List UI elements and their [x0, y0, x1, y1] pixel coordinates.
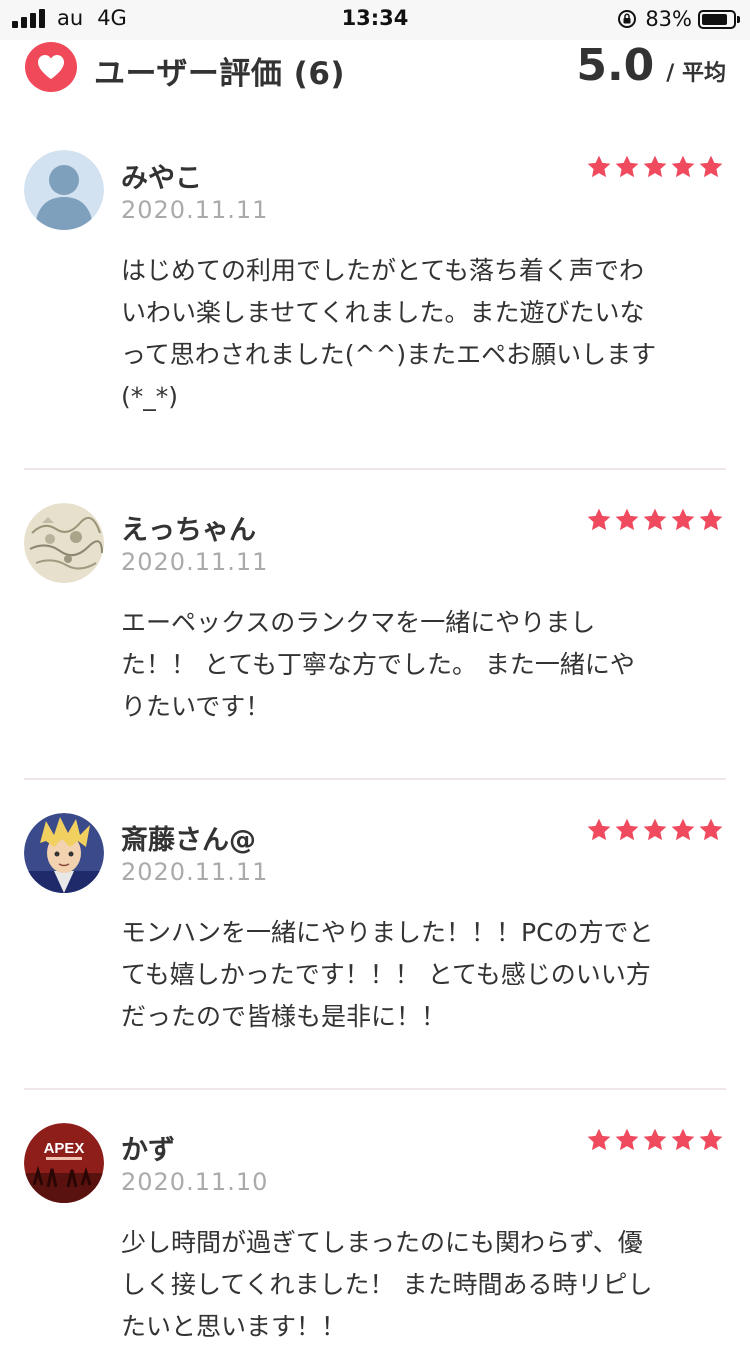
avatar[interactable] — [24, 150, 104, 230]
star-icon — [699, 508, 723, 531]
star-icon — [671, 155, 695, 178]
default-user-icon — [24, 150, 104, 230]
review-date: 2020.11.11 — [121, 858, 269, 886]
star-icon — [643, 155, 667, 178]
star-icon — [699, 155, 723, 178]
star-rating — [586, 817, 724, 843]
star-icon — [615, 818, 639, 841]
average-label: / 平均 — [666, 61, 726, 86]
battery-icon — [698, 9, 740, 29]
status-bar: au 4G 13:34 83% — [0, 0, 750, 40]
star-icon — [587, 1128, 611, 1151]
star-icon — [643, 818, 667, 841]
page-title: ユーザー評価 (6) — [94, 56, 346, 92]
star-icon — [699, 818, 723, 841]
anime-character-image — [24, 813, 104, 893]
review-text: エーペックスのランクマを一緒にやりまし た！！ とても丁寧な方でした。 また一緒… — [121, 608, 635, 721]
divider — [24, 778, 726, 780]
average-rating: 5.0 / 平均 — [576, 40, 726, 91]
avatar[interactable] — [24, 813, 104, 893]
heart-icon — [25, 42, 77, 92]
divider — [24, 468, 726, 470]
review-date: 2020.11.11 — [121, 548, 269, 576]
review-date: 2020.11.11 — [121, 196, 269, 224]
reviewer-name[interactable]: かず — [121, 1128, 175, 1167]
average-value: 5.0 — [576, 40, 655, 91]
star-icon — [587, 818, 611, 841]
heart-glyph — [38, 55, 64, 79]
sketch-map-image — [24, 503, 104, 583]
battery-nub — [737, 15, 740, 23]
review-text: モンハンを一緒にやりました！！！PCの方でと ても嬉しかったです！！！ とても感… — [121, 918, 654, 1031]
star-icon — [615, 1128, 639, 1151]
avatar[interactable]: APEX — [24, 1123, 104, 1203]
star-rating — [586, 507, 724, 533]
status-right: 83% — [617, 7, 740, 31]
review-text: 少し時間が過ぎてしまったのにも関わらず、優 しく接してくれました！ また時間ある… — [121, 1228, 653, 1341]
star-icon — [615, 155, 639, 178]
star-icon — [643, 1128, 667, 1151]
star-icon — [587, 508, 611, 531]
star-icon — [671, 1128, 695, 1151]
reviewer-name[interactable]: みやこ — [121, 156, 202, 195]
rotation-lock-icon — [618, 10, 637, 28]
avatar[interactable] — [24, 503, 104, 583]
review-text: はじめての利用でしたがとても落ち着く声でわ いわい楽しませてくれました。また遊び… — [121, 256, 657, 411]
battery-percent: 83% — [645, 7, 692, 31]
divider — [24, 1088, 726, 1090]
star-icon — [643, 508, 667, 531]
star-icon — [699, 1128, 723, 1151]
reviewer-name[interactable]: えっちゃん — [121, 508, 256, 547]
star-rating — [586, 1127, 724, 1153]
rating-header: ユーザー評価 (6) 5.0 / 平均 — [0, 40, 750, 100]
avatar-text: APEX — [44, 1140, 85, 1157]
star-icon — [671, 508, 695, 531]
star-icon — [615, 508, 639, 531]
battery-fill — [702, 13, 727, 25]
star-icon — [671, 818, 695, 841]
star-icon — [587, 155, 611, 178]
star-rating — [586, 154, 724, 180]
reviewer-name[interactable]: 斎藤さん@ — [121, 818, 256, 857]
apex-legends-logo: APEX — [24, 1123, 104, 1203]
review-date: 2020.11.10 — [121, 1168, 269, 1196]
